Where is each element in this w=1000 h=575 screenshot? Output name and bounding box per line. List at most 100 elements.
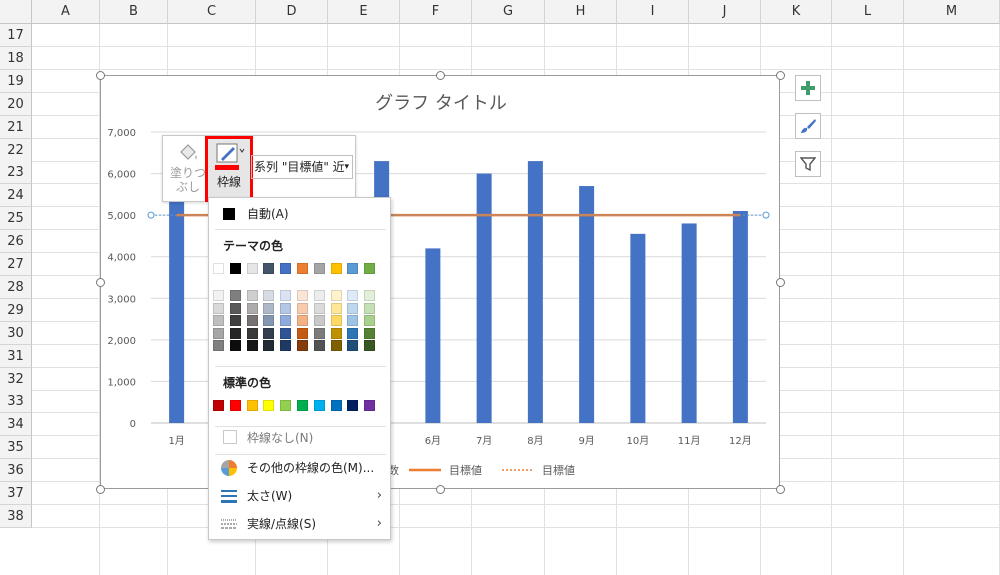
theme-color-swatch[interactable] (297, 263, 308, 274)
theme-shade-swatch[interactable] (280, 327, 292, 339)
standard-color-swatch[interactable] (364, 400, 376, 411)
theme-shade-swatch[interactable] (213, 327, 224, 339)
theme-shade-swatch[interactable] (330, 290, 342, 301)
row-header-38[interactable]: 38 (0, 504, 32, 528)
row-header-24[interactable]: 24 (0, 184, 32, 208)
theme-color-swatch[interactable] (263, 263, 275, 274)
row-header-32[interactable]: 32 (0, 367, 32, 391)
theme-shade-swatch[interactable] (347, 327, 359, 339)
theme-shade-swatch[interactable] (213, 315, 224, 327)
theme-color-swatch[interactable] (229, 263, 241, 274)
row-header-37[interactable]: 37 (0, 482, 32, 505)
theme-shade-swatch[interactable] (347, 315, 359, 327)
theme-shade-swatch[interactable] (297, 302, 308, 314)
theme-shade-swatch[interactable] (364, 315, 376, 327)
row-header-28[interactable]: 28 (0, 275, 32, 299)
row-header-30[interactable]: 30 (0, 321, 32, 345)
row-header-23[interactable]: 23 (0, 161, 32, 185)
theme-color-swatch[interactable] (313, 263, 325, 274)
theme-shade-swatch[interactable] (229, 290, 241, 301)
standard-color-swatch[interactable] (213, 400, 224, 411)
border-button[interactable]: 枠線 (205, 136, 253, 202)
theme-shade-swatch[interactable] (313, 340, 325, 352)
theme-color-swatch[interactable] (364, 263, 376, 274)
row-header-31[interactable]: 31 (0, 344, 32, 368)
column-header-E[interactable]: E (328, 0, 400, 24)
no-border-item[interactable]: 枠線なし(N) (209, 426, 390, 450)
fill-button[interactable]: 塗りつ ぶし (169, 140, 207, 198)
row-header-35[interactable]: 35 (0, 436, 32, 460)
theme-shade-swatch[interactable] (313, 315, 325, 327)
theme-shade-swatch[interactable] (246, 302, 258, 314)
column-header-B[interactable]: B (100, 0, 168, 24)
row-header-18[interactable]: 18 (0, 46, 32, 70)
column-header-F[interactable]: F (400, 0, 472, 24)
column-header-M[interactable]: M (904, 0, 1000, 24)
resize-handle-l[interactable] (96, 278, 105, 287)
standard-color-swatch[interactable] (297, 400, 308, 411)
theme-shade-swatch[interactable] (330, 327, 342, 339)
theme-shade-swatch[interactable] (213, 290, 224, 301)
resize-handle-bl[interactable] (96, 485, 105, 494)
more-colors-item[interactable]: その他の枠線の色(M)... (209, 456, 390, 480)
chart-styles-button[interactable] (795, 113, 821, 139)
column-header-D[interactable]: D (256, 0, 328, 24)
standard-color-swatch[interactable] (330, 400, 342, 411)
row-header-22[interactable]: 22 (0, 138, 32, 162)
theme-shade-swatch[interactable] (263, 340, 275, 352)
chart-filters-button[interactable] (795, 151, 821, 177)
standard-color-swatch[interactable] (229, 400, 241, 411)
weight-item[interactable]: 太さ(W) › (209, 484, 390, 508)
theme-shade-swatch[interactable] (330, 315, 342, 327)
select-all-corner[interactable] (0, 0, 32, 24)
standard-color-swatch[interactable] (280, 400, 292, 411)
column-header-A[interactable]: A (32, 0, 100, 24)
standard-color-swatch[interactable] (313, 400, 325, 411)
theme-shade-swatch[interactable] (280, 315, 292, 327)
row-header-27[interactable]: 27 (0, 253, 32, 276)
row-header-19[interactable]: 19 (0, 69, 32, 93)
resize-handle-b[interactable] (436, 485, 445, 494)
theme-color-swatch[interactable] (330, 263, 342, 274)
resize-handle-br[interactable] (776, 485, 785, 494)
resize-handle-t[interactable] (436, 71, 445, 80)
theme-shade-swatch[interactable] (347, 340, 359, 352)
theme-shade-swatch[interactable] (280, 302, 292, 314)
resize-handle-r[interactable] (776, 278, 785, 287)
theme-shade-swatch[interactable] (330, 340, 342, 352)
dash-item[interactable]: 実線/点線(S) › (209, 512, 390, 536)
theme-shade-swatch[interactable] (280, 340, 292, 352)
row-header-21[interactable]: 21 (0, 115, 32, 139)
theme-color-swatch[interactable] (280, 263, 292, 274)
theme-shade-swatch[interactable] (297, 340, 308, 352)
auto-color-item[interactable]: 自動(A) (209, 202, 390, 226)
theme-shade-swatch[interactable] (229, 315, 241, 327)
column-header-L[interactable]: L (832, 0, 904, 24)
row-header-33[interactable]: 33 (0, 390, 32, 414)
theme-shade-swatch[interactable] (347, 290, 359, 301)
theme-shade-swatch[interactable] (347, 302, 359, 314)
theme-color-swatch[interactable] (246, 263, 258, 274)
theme-shade-swatch[interactable] (229, 327, 241, 339)
series-select[interactable]: 系列 "目標値" 近 ▾ (251, 155, 353, 179)
theme-shade-swatch[interactable] (330, 302, 342, 314)
theme-shade-swatch[interactable] (263, 315, 275, 327)
theme-shade-swatch[interactable] (364, 302, 376, 314)
row-header-34[interactable]: 34 (0, 413, 32, 437)
row-header-20[interactable]: 20 (0, 92, 32, 116)
theme-shade-swatch[interactable] (297, 315, 308, 327)
theme-shade-swatch[interactable] (246, 340, 258, 352)
column-header-C[interactable]: C (168, 0, 256, 24)
standard-color-swatch[interactable] (263, 400, 275, 411)
theme-shade-swatch[interactable] (297, 327, 308, 339)
theme-shade-swatch[interactable] (364, 290, 376, 301)
theme-shade-swatch[interactable] (280, 290, 292, 301)
column-header-G[interactable]: G (472, 0, 545, 24)
resize-handle-tl[interactable] (96, 71, 105, 80)
theme-shade-swatch[interactable] (313, 290, 325, 301)
row-header-17[interactable]: 17 (0, 24, 32, 47)
resize-handle-tr[interactable] (776, 71, 785, 80)
row-header-36[interactable]: 36 (0, 459, 32, 483)
theme-shade-swatch[interactable] (246, 290, 258, 301)
theme-shade-swatch[interactable] (364, 327, 376, 339)
